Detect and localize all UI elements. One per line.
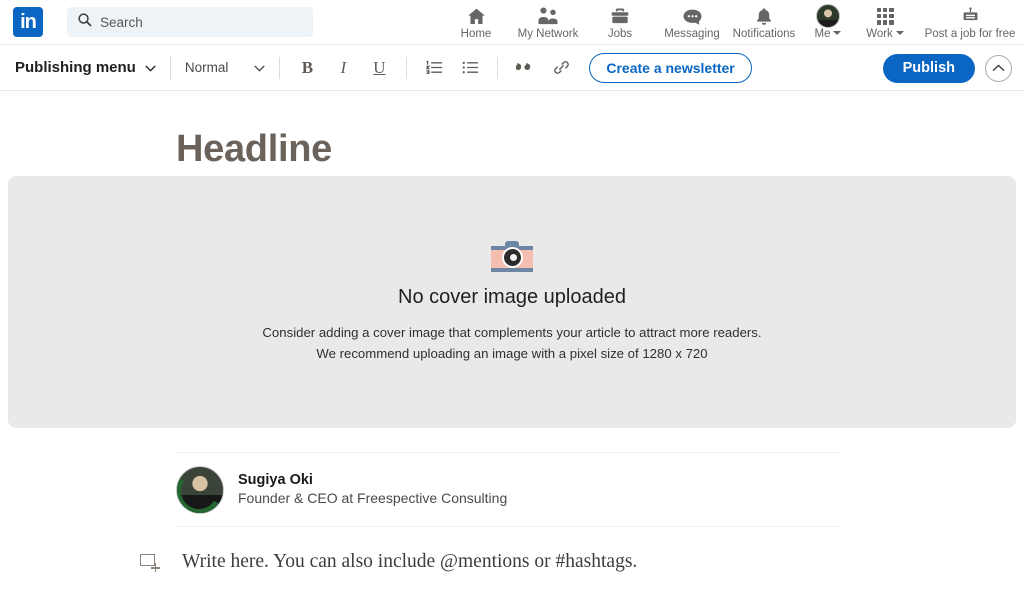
home-icon	[466, 6, 487, 27]
underline-button[interactable]: U	[366, 55, 392, 81]
nav-item-my-network-label: My Network	[517, 27, 579, 40]
author-name: Sugiya Oki	[238, 472, 313, 488]
message-icon	[682, 6, 703, 27]
nav-item-jobs[interactable]: Jobs	[584, 0, 656, 45]
linkedin-logo-icon[interactable]: in	[13, 7, 43, 37]
toolbar-divider	[279, 56, 281, 79]
editor-toolbar: Publishing menu Normal B I U Create a ne…	[0, 45, 1024, 91]
cover-image-title: No cover image uploaded	[398, 285, 626, 308]
avatar-icon	[816, 4, 840, 28]
chevron-down-icon	[895, 31, 904, 36]
text-format-buttons: B I U	[294, 55, 392, 81]
search-box[interactable]	[67, 7, 313, 37]
secondary-nav-items: Me Work Post a job for free	[802, 0, 1024, 45]
grid-icon	[876, 6, 894, 27]
author-byline: Sugiya Oki Founder & CEO at Freespective…	[176, 452, 840, 527]
article-body-input[interactable]: Write here. You can also include @mentio…	[182, 548, 637, 576]
briefcase-icon	[610, 6, 630, 27]
toolbar-divider	[497, 56, 499, 79]
network-icon	[537, 6, 559, 27]
toolbar-right-actions: Publish	[882, 45, 1012, 91]
cover-image-upload-area[interactable]: No cover image uploaded Consider adding …	[8, 176, 1016, 428]
me-text: Me	[814, 27, 831, 40]
list-buttons	[421, 55, 483, 81]
ordered-list-icon[interactable]	[421, 55, 447, 81]
collapse-toolbar-button[interactable]	[985, 54, 1012, 82]
chevron-down-icon	[833, 31, 842, 36]
create-newsletter-button[interactable]: Create a newsletter	[589, 52, 752, 83]
bullet-list-icon[interactable]	[457, 55, 483, 81]
nav-item-post-a-job-label: Post a job for free	[924, 27, 1016, 40]
chevron-down-icon	[145, 59, 156, 76]
nav-item-me[interactable]: Me	[802, 0, 854, 45]
nav-item-work[interactable]: Work	[854, 0, 916, 45]
toolbar-divider	[169, 56, 171, 79]
bell-icon	[754, 6, 774, 27]
post-job-icon	[961, 6, 980, 27]
publishing-menu-label: Publishing menu	[15, 59, 136, 76]
nav-item-home-label: Home	[460, 27, 492, 40]
camera-icon	[491, 240, 533, 275]
text-style-value: Normal	[184, 60, 229, 75]
insert-buttons	[512, 55, 574, 81]
author-avatar[interactable]	[176, 465, 224, 514]
publish-button[interactable]: Publish	[882, 53, 975, 83]
chevron-down-icon	[254, 60, 265, 75]
link-icon[interactable]	[548, 55, 574, 81]
nav-item-messaging-label: Messaging	[664, 27, 720, 40]
quote-icon[interactable]	[512, 55, 538, 81]
work-text: Work	[866, 27, 893, 40]
cover-image-hint-line-2: We recommend uploading an image with a p…	[316, 345, 708, 361]
search-input[interactable]	[100, 14, 290, 30]
primary-nav-items: Home My Network Jobs Messaging Notificat…	[440, 0, 800, 45]
cover-image-hint-line-1: Consider adding a cover image that compl…	[262, 324, 762, 340]
nav-item-messaging[interactable]: Messaging	[656, 0, 728, 45]
nav-item-me-label: Me	[815, 28, 842, 40]
publishing-menu-dropdown[interactable]: Publishing menu	[15, 59, 156, 76]
add-content-block-icon[interactable]	[140, 554, 160, 574]
bold-button[interactable]: B	[294, 55, 320, 81]
text-style-dropdown[interactable]: Normal	[185, 60, 266, 75]
toolbar-divider	[406, 56, 408, 79]
italic-button[interactable]: I	[330, 55, 356, 81]
search-icon	[77, 12, 92, 32]
nav-item-post-a-job[interactable]: Post a job for free	[916, 0, 1024, 45]
nav-item-jobs-label: Jobs	[607, 27, 633, 40]
article-body-row: Write here. You can also include @mentio…	[140, 548, 637, 576]
nav-item-notifications-label: Notifications	[732, 27, 796, 40]
nav-item-work-label: Work	[866, 28, 904, 40]
nav-item-notifications[interactable]: Notifications	[728, 0, 800, 45]
headline-input[interactable]: Headline	[176, 128, 1024, 171]
author-info: Sugiya Oki Founder & CEO at Freespective…	[238, 471, 507, 508]
nav-item-my-network[interactable]: My Network	[512, 0, 584, 45]
chevron-up-icon	[992, 59, 1005, 77]
nav-item-home[interactable]: Home	[440, 0, 512, 45]
author-headline: Founder & CEO at Freespective Consulting	[238, 490, 508, 506]
top-navigation-bar: in Home	[0, 0, 1024, 45]
